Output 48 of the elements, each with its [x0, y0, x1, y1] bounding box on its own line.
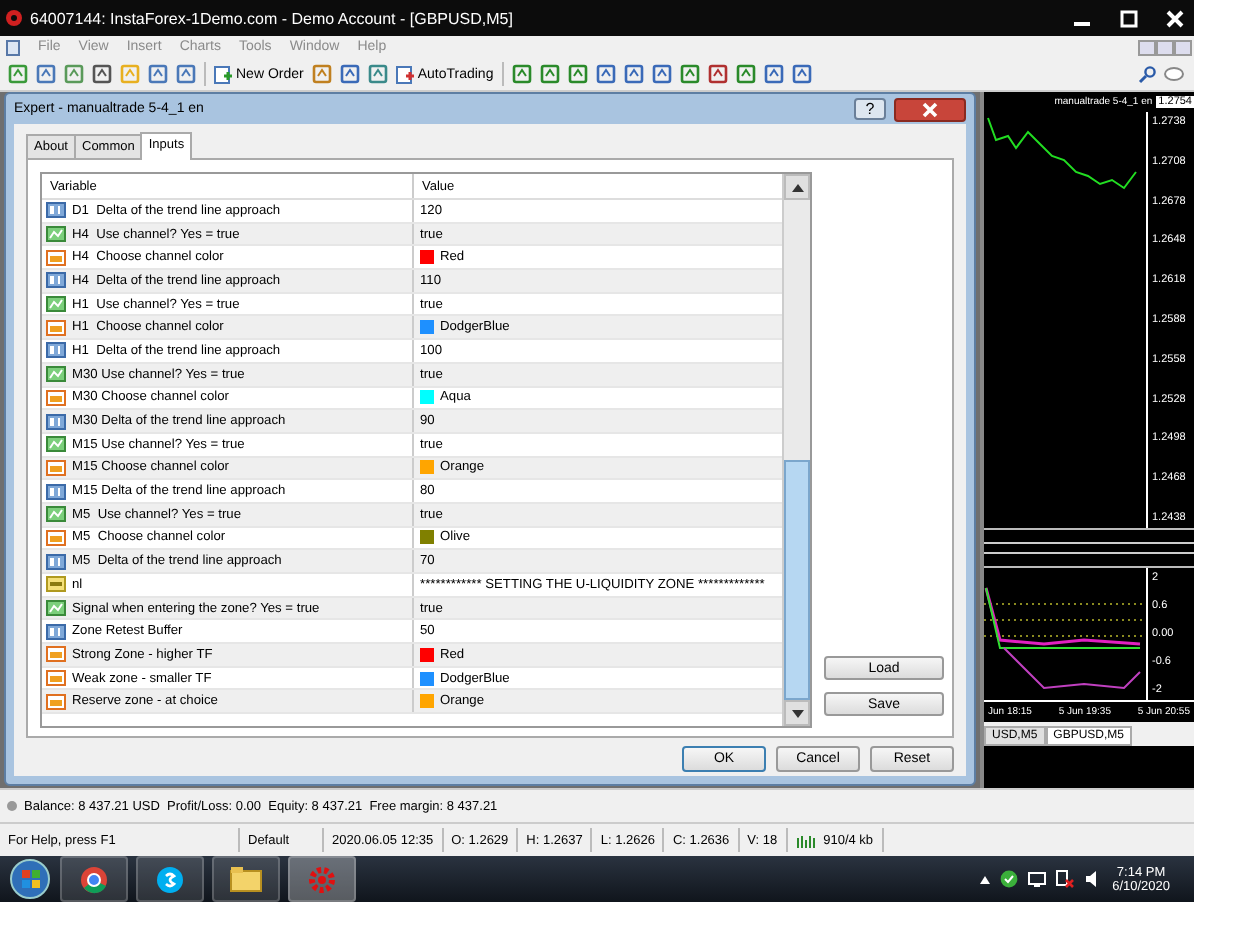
color-param-icon — [46, 459, 66, 476]
network-error-icon[interactable] — [1056, 870, 1075, 888]
close-icon — [1165, 9, 1183, 27]
document-plus-icon — [214, 65, 232, 83]
close-button[interactable] — [894, 97, 966, 121]
up-arrow-icon — [791, 183, 803, 191]
number-param-icon — [46, 483, 66, 500]
number-param-icon — [46, 202, 66, 219]
connection-bars-icon — [795, 833, 816, 847]
start-button[interactable] — [8, 858, 52, 900]
text-param-icon — [46, 576, 66, 593]
color-param-icon — [46, 389, 66, 406]
window-title: 64007144: InstaForex-1Demo.com - Demo Account - [GBPUSD,M5] — [30, 9, 515, 27]
bool-param-icon — [46, 436, 66, 453]
color-param-icon — [46, 319, 66, 336]
help-button[interactable]: ? — [854, 98, 886, 120]
number-param-icon — [46, 342, 66, 359]
number-param-icon — [46, 553, 66, 570]
chat-app-taskbar-button[interactable] — [136, 856, 204, 902]
bool-param-icon — [46, 226, 66, 243]
search-icon[interactable] — [1138, 65, 1156, 83]
bool-param-icon — [46, 506, 66, 523]
number-param-icon — [46, 272, 66, 289]
color-param-icon — [46, 249, 66, 266]
browser-icon — [80, 865, 108, 893]
down-arrow-icon — [791, 709, 803, 717]
monitor-icon[interactable] — [1028, 871, 1047, 887]
show-hidden-icons-icon[interactable] — [980, 875, 991, 883]
close-icon — [922, 101, 938, 117]
scroll-down-button[interactable] — [784, 700, 810, 726]
bool-param-icon — [46, 296, 66, 313]
bool-param-icon — [46, 600, 66, 617]
scroll-up-button[interactable] — [784, 174, 810, 200]
account-icon — [6, 800, 18, 812]
gear-icon — [308, 865, 336, 893]
chat-app-icon — [156, 865, 184, 893]
number-param-icon — [46, 413, 66, 430]
maximize-icon — [1119, 9, 1137, 27]
browser-taskbar-button[interactable] — [60, 856, 128, 902]
folder-icon — [230, 866, 262, 892]
document-plus-icon — [395, 65, 414, 83]
number-param-icon — [46, 623, 66, 640]
document-icon — [6, 39, 20, 55]
color-param-icon — [46, 529, 66, 546]
scrollbar-thumb[interactable] — [784, 460, 810, 700]
security-check-icon[interactable] — [1000, 870, 1019, 888]
bool-param-icon — [46, 366, 66, 383]
folder-taskbar-button[interactable] — [212, 856, 280, 902]
